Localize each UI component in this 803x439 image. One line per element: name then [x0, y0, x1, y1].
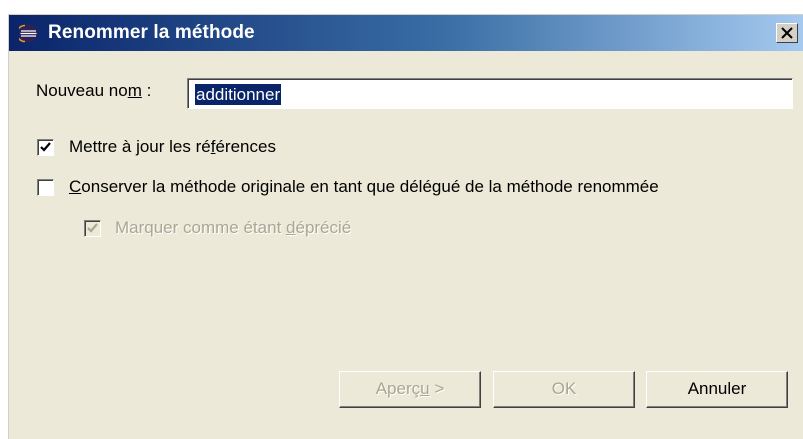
- checkmark-icon: [40, 142, 51, 152]
- mark-deprecated-checkbox[interactable]: [84, 220, 101, 237]
- mark-deprecated-label: Marquer comme étant déprécié: [115, 218, 352, 237]
- checkmark-icon: [87, 223, 98, 233]
- rename-method-dialog: Renommer la méthode Nouveau nom : additi…: [8, 14, 803, 439]
- new-name-input[interactable]: additionner: [187, 78, 793, 109]
- keep-original-checkbox[interactable]: [37, 179, 54, 196]
- close-button[interactable]: [776, 23, 798, 43]
- update-references-checkbox[interactable]: [37, 139, 54, 156]
- eclipse-icon: [16, 24, 38, 43]
- update-references-label[interactable]: Mettre à jour les références: [69, 137, 276, 157]
- new-name-label: Nouveau nom :: [36, 81, 152, 100]
- cancel-button[interactable]: Annuler: [646, 371, 788, 408]
- title-bar[interactable]: Renommer la méthode: [9, 15, 803, 51]
- new-name-value: additionner: [195, 84, 282, 105]
- window-title: Renommer la méthode: [48, 22, 255, 43]
- preview-button[interactable]: Aperçu >: [339, 371, 481, 408]
- close-icon: [781, 27, 793, 39]
- keep-original-label[interactable]: Conserver la méthode originale en tant q…: [69, 177, 659, 197]
- ok-button[interactable]: OK: [493, 371, 635, 408]
